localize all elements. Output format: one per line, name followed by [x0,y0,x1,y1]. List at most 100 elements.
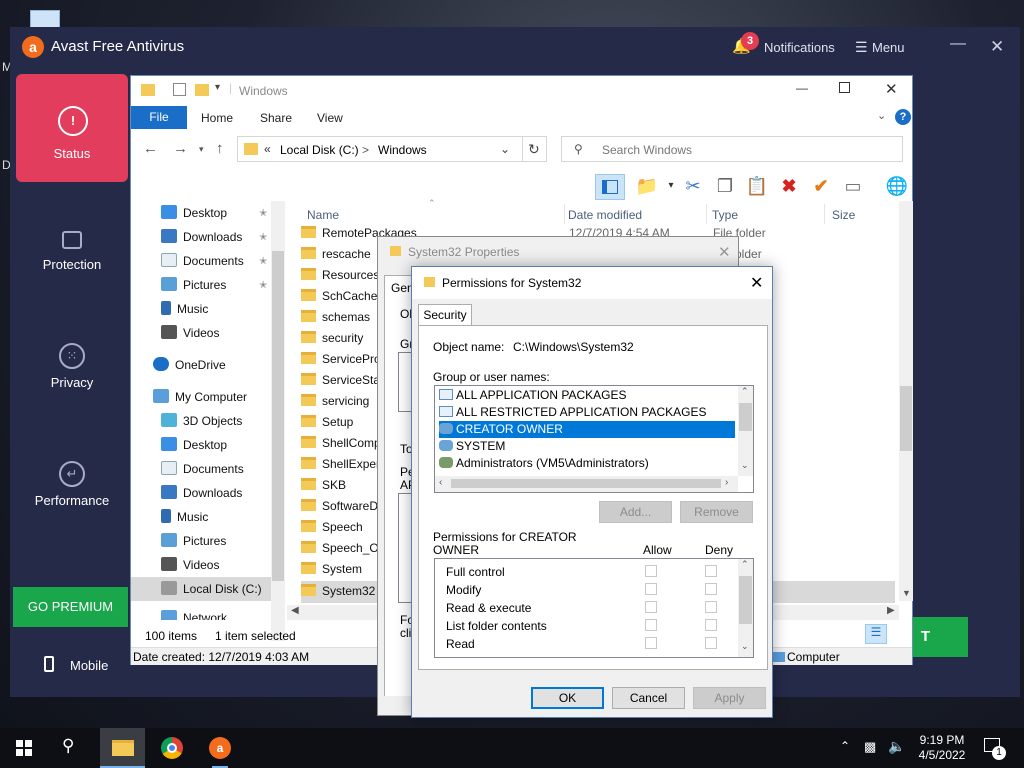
quick-access-dropdown-icon[interactable]: ▾ [215,82,220,93]
allow-checkbox[interactable] [645,601,657,613]
allow-checkbox[interactable] [645,565,657,577]
nav-status[interactable]: ! Status [16,74,128,182]
remove-button[interactable]: Remove [680,501,753,523]
sidebar-item[interactable]: Music [161,509,208,533]
minimize-button[interactable]: — [950,35,966,53]
copy-icon[interactable]: ❐ [713,174,737,198]
search-icon[interactable]: ⚲ [62,736,74,756]
tab-view[interactable]: View [317,111,343,125]
column-divider[interactable] [706,204,707,224]
ok-button[interactable]: OK [531,687,604,709]
sidebar-item[interactable]: Documents [161,461,244,485]
forward-button[interactable]: → [173,140,188,157]
network-icon[interactable]: ▩ [864,739,876,755]
column-name[interactable]: Name [307,208,339,222]
recent-locations-icon[interactable]: ▾ [199,144,204,155]
avast-taskbar-icon[interactable]: a [209,737,231,759]
list-item[interactable]: servicing [301,394,369,415]
globe-icon[interactable]: 🌐 [885,174,909,198]
group-vscrollbar[interactable]: ⌃ ⌄ [738,386,753,476]
close-button[interactable]: ✕ [750,273,763,293]
pane-layout-icon[interactable] [595,174,625,200]
tab-general[interactable]: Gen [384,275,414,297]
scrollbar-thumb[interactable] [739,576,752,624]
allow-checkbox[interactable] [645,619,657,631]
group-item-selected[interactable]: CREATOR OWNER [439,421,735,438]
deny-checkbox[interactable] [705,565,717,577]
pin-icon[interactable]: ✭ [259,232,267,243]
list-item[interactable]: security [301,331,363,352]
sidebar-item[interactable]: 3D Objects [161,413,242,437]
column-type[interactable]: Type [712,208,738,222]
breadcrumb-item[interactable]: Local Disk (C:) [280,143,359,157]
scroll-up-icon[interactable]: ⌃ [741,559,749,570]
cut-icon[interactable]: ✂ [681,174,705,198]
scroll-right-icon[interactable]: › [725,477,728,488]
list-item[interactable]: schemas [301,310,370,331]
allow-checkbox[interactable] [645,637,657,649]
nav-mobile[interactable]: Mobile [16,652,128,682]
refresh-icon[interactable]: ↻ [528,141,540,158]
permissions-vscrollbar[interactable]: ⌃ ⌄ [738,559,753,657]
group-item[interactable]: ALL APPLICATION PACKAGES [439,387,627,404]
scrollbar-thumb[interactable] [739,403,752,431]
scroll-down-icon[interactable]: ⌄ [741,641,749,652]
deny-checkbox[interactable] [705,619,717,631]
maximize-button[interactable] [839,82,850,93]
sidebar-item[interactable]: Pictures [161,533,226,557]
group-item[interactable]: SYSTEM [439,438,505,455]
sidebar-item[interactable]: Downloads [161,485,242,509]
sidebar-item[interactable]: Music [161,301,208,325]
search-box[interactable]: ⚲ Search Windows [561,136,903,162]
list-scrollbar-thumb[interactable] [900,386,912,451]
breadcrumb-item[interactable]: Windows [378,143,427,157]
properties-icon[interactable] [173,83,186,96]
group-item[interactable]: ALL RESTRICTED APPLICATION PACKAGES [439,404,707,421]
list-item[interactable]: Resources [301,268,379,289]
add-button[interactable]: Add... [599,501,672,523]
up-button[interactable]: ↑ [216,140,224,157]
deny-checkbox[interactable] [705,601,717,613]
sidebar-item-local-disk[interactable]: Local Disk (C:) [131,577,271,601]
chevron-down-icon[interactable]: ⌄ [500,142,510,156]
deny-checkbox[interactable] [705,637,717,649]
column-date-modified[interactable]: Date modified [568,208,642,222]
taskbar-explorer[interactable] [100,728,145,768]
tab-home[interactable]: Home [201,111,233,125]
group-hscrollbar[interactable]: ‹ › [435,476,738,492]
chevron-down-icon[interactable]: ▾ [659,174,683,198]
list-item[interactable]: System32 [301,584,375,605]
nav-protection[interactable]: Protection [16,207,128,307]
allow-checkbox[interactable] [645,583,657,595]
sidebar-item-my-computer[interactable]: My Computer [153,389,247,413]
new-folder-icon[interactable]: 📁 [635,174,659,198]
list-item[interactable]: Setup [301,415,353,436]
cancel-button[interactable]: Cancel [612,687,685,709]
address-bar[interactable]: « Local Disk (C:) > Windows ⌄ ↻ [237,136,547,162]
sidebar-item[interactable]: Videos [161,325,219,349]
sidebar-item[interactable]: Desktop [161,205,227,229]
close-button[interactable]: ✕ [718,243,731,261]
deny-checkbox[interactable] [705,583,717,595]
sidebar-item[interactable]: Downloads [161,229,242,253]
list-item[interactable]: rescache older [301,247,762,268]
pin-icon[interactable]: ✭ [259,256,267,267]
paste-icon[interactable]: 📋 [745,174,769,198]
hamburger-icon[interactable]: ☰ [855,39,868,56]
sidebar-item[interactable]: Network [161,610,227,620]
delete-icon[interactable]: ✖ [777,174,801,198]
new-folder-icon[interactable] [195,84,209,96]
help-icon[interactable]: ? [895,109,911,125]
address-overflow-icon[interactable]: « [264,142,271,156]
search-input[interactable]: Search Windows [602,143,692,157]
scroll-down-icon[interactable]: ⌄ [741,460,749,471]
apply-button[interactable]: Apply [693,687,766,709]
scroll-up-icon[interactable]: ⌃ [741,386,749,397]
chrome-icon[interactable] [161,737,183,759]
scroll-left-icon[interactable]: ‹ [439,477,442,488]
chevron-up-icon[interactable]: ⌃ [840,739,850,753]
go-premium-button[interactable]: GO PREMIUM [13,587,128,627]
tab-share[interactable]: Share [260,111,292,125]
tab-file[interactable]: File [131,106,187,129]
column-divider[interactable] [564,204,565,224]
